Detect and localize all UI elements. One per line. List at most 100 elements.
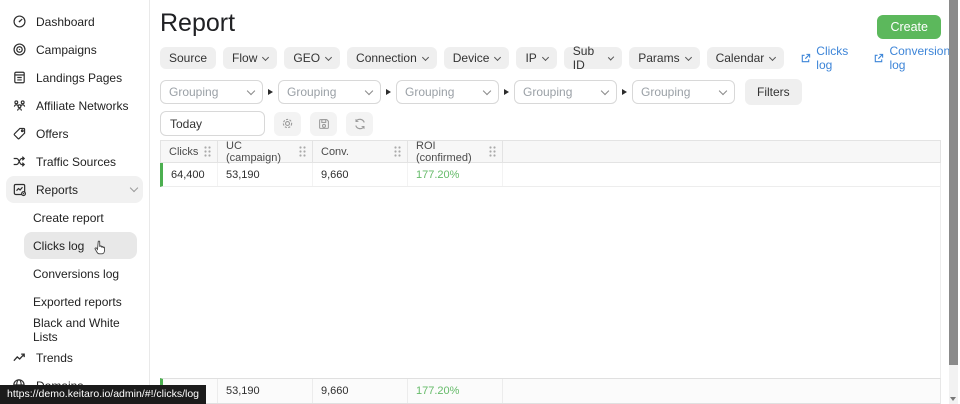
- chevron-down-icon: [542, 53, 549, 60]
- sidebar-subitem-exported-reports[interactable]: Exported reports: [24, 288, 137, 315]
- drag-handle-icon[interactable]: [394, 146, 401, 157]
- conversions-log-link[interactable]: Conversions log: [873, 44, 960, 72]
- grouping-select-4[interactable]: Grouping: [514, 80, 617, 104]
- sidebar-item-traffic-sources[interactable]: Traffic Sources: [6, 148, 143, 175]
- report-chart-gear-icon: [11, 182, 27, 198]
- table-row[interactable]: 64,400 53,190 9,660 177.20%: [160, 163, 941, 187]
- footer-filler: [503, 379, 940, 403]
- arrow-separator-icon: [268, 89, 273, 95]
- select-placeholder: Grouping: [169, 85, 218, 99]
- clicks-log-link[interactable]: Clicks log: [800, 44, 857, 72]
- tag-icon: [11, 126, 27, 142]
- sidebar-item-label: Campaigns: [36, 43, 97, 57]
- filter-pill-sub-id[interactable]: Sub ID: [564, 47, 622, 69]
- traffic-split-icon: [11, 154, 27, 170]
- column-label: UC (campaign): [226, 140, 299, 164]
- sidebar-item-label: Traffic Sources: [36, 155, 116, 169]
- sidebar-subitem-create-report[interactable]: Create report: [24, 204, 137, 231]
- sidebar-item-campaigns[interactable]: Campaigns: [6, 36, 143, 63]
- cell-conv: 9,660: [313, 163, 408, 186]
- external-link-icon: [873, 53, 884, 64]
- trend-up-icon: [11, 350, 27, 366]
- filters-button[interactable]: Filters: [745, 79, 802, 105]
- cell-clicks: 64,400: [163, 163, 218, 186]
- column-header-clicks[interactable]: Clicks: [161, 141, 218, 162]
- page-title: Report: [150, 0, 960, 38]
- sidebar-subitem-clicks-log[interactable]: Clicks log: [24, 232, 137, 259]
- save-report-button[interactable]: [310, 112, 337, 136]
- sidebar-subitem-conversions-log[interactable]: Conversions log: [24, 260, 137, 287]
- link-label: Clicks log: [816, 44, 857, 72]
- select-placeholder: Grouping: [523, 85, 572, 99]
- sidebar-subitem-black-white-lists[interactable]: Black and White Lists: [24, 316, 137, 343]
- chevron-down-icon: [365, 86, 373, 94]
- column-header-uc-campaign[interactable]: UC (campaign): [218, 141, 313, 162]
- pill-label: GEO: [293, 51, 320, 65]
- toolbar-row: Today: [160, 111, 960, 136]
- table-header-row: Clicks UC (campaign) Conv. ROI (confirme…: [160, 140, 941, 163]
- filter-pill-device[interactable]: Device: [444, 47, 510, 69]
- filter-pill-ip[interactable]: IP: [516, 47, 556, 69]
- column-label: Clicks: [169, 146, 198, 158]
- pill-label: Calendar: [716, 51, 765, 65]
- sidebar-item-affiliate-networks[interactable]: Affiliate Networks: [6, 92, 143, 119]
- main-content: Report Create Source Flow GEO Connection…: [150, 0, 960, 404]
- chevron-down-icon: [130, 184, 138, 192]
- date-range-value: Today: [170, 117, 202, 131]
- filter-pill-calendar[interactable]: Calendar: [707, 47, 785, 69]
- refresh-button[interactable]: [346, 112, 373, 136]
- gear-icon: [280, 116, 295, 131]
- mouse-hand-cursor-icon: [94, 240, 107, 255]
- chevron-down-icon: [719, 86, 727, 94]
- filter-pill-params[interactable]: Params: [629, 47, 699, 69]
- chevron-down-icon: [483, 86, 491, 94]
- filter-pill-geo[interactable]: GEO: [284, 47, 340, 69]
- scrollbar-thumb[interactable]: [949, 0, 958, 365]
- sidebar-item-reports[interactable]: Reports: [6, 176, 143, 203]
- table-footer-row: 64,400 53,190 9,660 177.20%: [160, 378, 941, 404]
- chevron-down-icon: [769, 53, 776, 60]
- settings-button[interactable]: [274, 112, 301, 136]
- sidebar-subitem-label: Create report: [33, 211, 104, 225]
- chevron-down-icon: [247, 86, 255, 94]
- column-header-filler: [503, 141, 940, 162]
- sidebar-item-trends[interactable]: Trends: [6, 344, 143, 371]
- sidebar-subitem-label: Exported reports: [33, 295, 122, 309]
- grouping-select-3[interactable]: Grouping: [396, 80, 499, 104]
- drag-handle-icon[interactable]: [204, 146, 211, 157]
- sidebar-item-landings-pages[interactable]: Landings Pages: [6, 64, 143, 91]
- footer-roi-confirmed: 177.20%: [408, 379, 503, 403]
- grouping-select-5[interactable]: Grouping: [632, 80, 735, 104]
- refresh-icon: [353, 117, 367, 131]
- column-header-conv[interactable]: Conv.: [313, 141, 408, 162]
- filter-pill-connection[interactable]: Connection: [347, 47, 437, 69]
- column-label: Conv.: [321, 146, 349, 158]
- drag-handle-icon[interactable]: [299, 146, 306, 157]
- filter-pill-source[interactable]: Source: [160, 47, 216, 69]
- chevron-down-icon: [685, 53, 692, 60]
- cell-filler: [503, 163, 940, 186]
- sidebar-item-dashboard[interactable]: Dashboard: [6, 8, 143, 35]
- column-header-roi-confirmed[interactable]: ROI (confirmed): [408, 141, 503, 162]
- arrow-separator-icon: [622, 89, 627, 95]
- sidebar: Dashboard Campaigns Landings Pages Affil…: [0, 0, 150, 404]
- sidebar-item-label: Offers: [36, 127, 68, 141]
- grouping-select-1[interactable]: Grouping: [160, 80, 263, 104]
- sidebar-subitem-label: Conversions log: [33, 267, 119, 281]
- pill-label: Source: [169, 51, 207, 65]
- sidebar-item-offers[interactable]: Offers: [6, 120, 143, 147]
- report-table: Clicks UC (campaign) Conv. ROI (confirme…: [160, 140, 941, 404]
- grouping-select-2[interactable]: Grouping: [278, 80, 381, 104]
- vertical-scrollbar[interactable]: [949, 0, 958, 404]
- drag-handle-icon[interactable]: [489, 146, 496, 157]
- scrollbar-down-arrow-icon[interactable]: [950, 397, 956, 401]
- footer-conv: 9,660: [313, 379, 408, 403]
- people-group-icon: [11, 98, 27, 114]
- pill-label: Connection: [356, 51, 417, 65]
- create-button[interactable]: Create: [877, 15, 941, 39]
- bullseye-icon: [11, 42, 27, 58]
- pill-label: Sub ID: [573, 44, 603, 72]
- date-range-select[interactable]: Today: [160, 111, 265, 136]
- filter-pill-flow[interactable]: Flow: [223, 47, 277, 69]
- cell-roi-confirmed: 177.20%: [408, 163, 503, 186]
